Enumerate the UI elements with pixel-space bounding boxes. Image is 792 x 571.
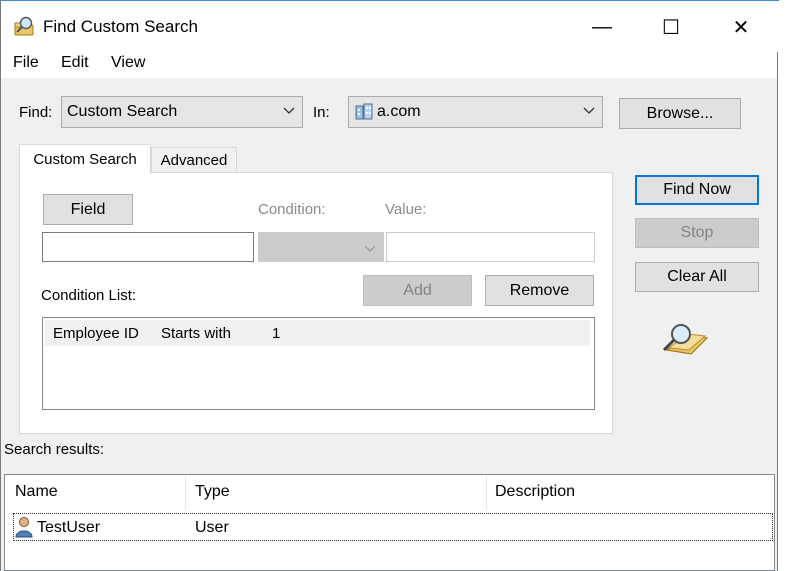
find-type-value: Custom Search (67, 103, 178, 120)
browse-button[interactable]: Browse... (619, 98, 741, 129)
menu-bar: File Edit View (1, 52, 777, 78)
find-label: Find: (19, 104, 53, 121)
condition-combo[interactable] (258, 232, 384, 262)
in-location-value: a.com (377, 103, 421, 120)
field-input[interactable] (42, 232, 254, 262)
in-label: In: (313, 104, 330, 121)
search-results-label: Search results: (4, 441, 105, 458)
condition-operator: Starts with (161, 325, 232, 342)
chevron-down-icon (363, 241, 377, 260)
table-row[interactable]: TestUser User (13, 513, 773, 541)
result-type: User (195, 519, 229, 536)
add-button[interactable]: Add (363, 275, 472, 306)
minimize-button[interactable]: — (579, 9, 625, 45)
find-now-button[interactable]: Find Now (635, 175, 759, 205)
condition-value: 1 (272, 325, 281, 342)
magnifier-folder-icon (661, 320, 711, 365)
column-header-type[interactable]: Type (195, 483, 230, 501)
field-button[interactable]: Field (43, 194, 133, 225)
menu-file[interactable]: File (13, 54, 39, 72)
find-custom-search-window: Find Custom Search — ☐ ✕ File Edit View … (0, 0, 779, 571)
result-name: TestUser (37, 519, 101, 536)
column-header-description[interactable]: Description (495, 483, 575, 501)
tab-advanced[interactable]: Advanced (151, 147, 237, 173)
condition-field: Employee ID (53, 325, 139, 342)
remove-button[interactable]: Remove (485, 275, 594, 306)
column-divider[interactable] (486, 476, 487, 510)
chevron-down-icon (582, 103, 596, 122)
domain-icon (355, 103, 373, 121)
in-location-combo[interactable]: a.com (348, 96, 603, 128)
find-type-combo[interactable]: Custom Search (61, 96, 303, 128)
menu-view[interactable]: View (111, 54, 145, 72)
value-input[interactable] (386, 232, 595, 262)
window-title: Find Custom Search (43, 17, 198, 36)
column-header-name[interactable]: Name (15, 483, 58, 501)
menu-edit[interactable]: Edit (61, 54, 89, 72)
close-button[interactable]: ✕ (718, 9, 764, 45)
title-bar[interactable]: Find Custom Search — ☐ ✕ (1, 0, 779, 52)
list-item[interactable]: Employee ID Starts with 1 (45, 320, 590, 346)
condition-list[interactable]: Employee ID Starts with 1 (42, 317, 595, 410)
field-button-label: Field (70, 200, 106, 218)
chevron-down-icon (282, 103, 296, 122)
clear-all-button[interactable]: Clear All (635, 262, 759, 292)
user-icon (15, 516, 35, 543)
condition-label: Condition: (258, 201, 326, 218)
find-search-icon (13, 15, 37, 44)
tab-custom-search[interactable]: Custom Search (19, 144, 151, 174)
stop-button[interactable]: Stop (635, 218, 759, 248)
maximize-button[interactable]: ☐ (648, 9, 694, 45)
value-label: Value: (385, 201, 427, 218)
column-divider[interactable] (185, 476, 186, 510)
condition-list-label: Condition List: (41, 287, 137, 304)
